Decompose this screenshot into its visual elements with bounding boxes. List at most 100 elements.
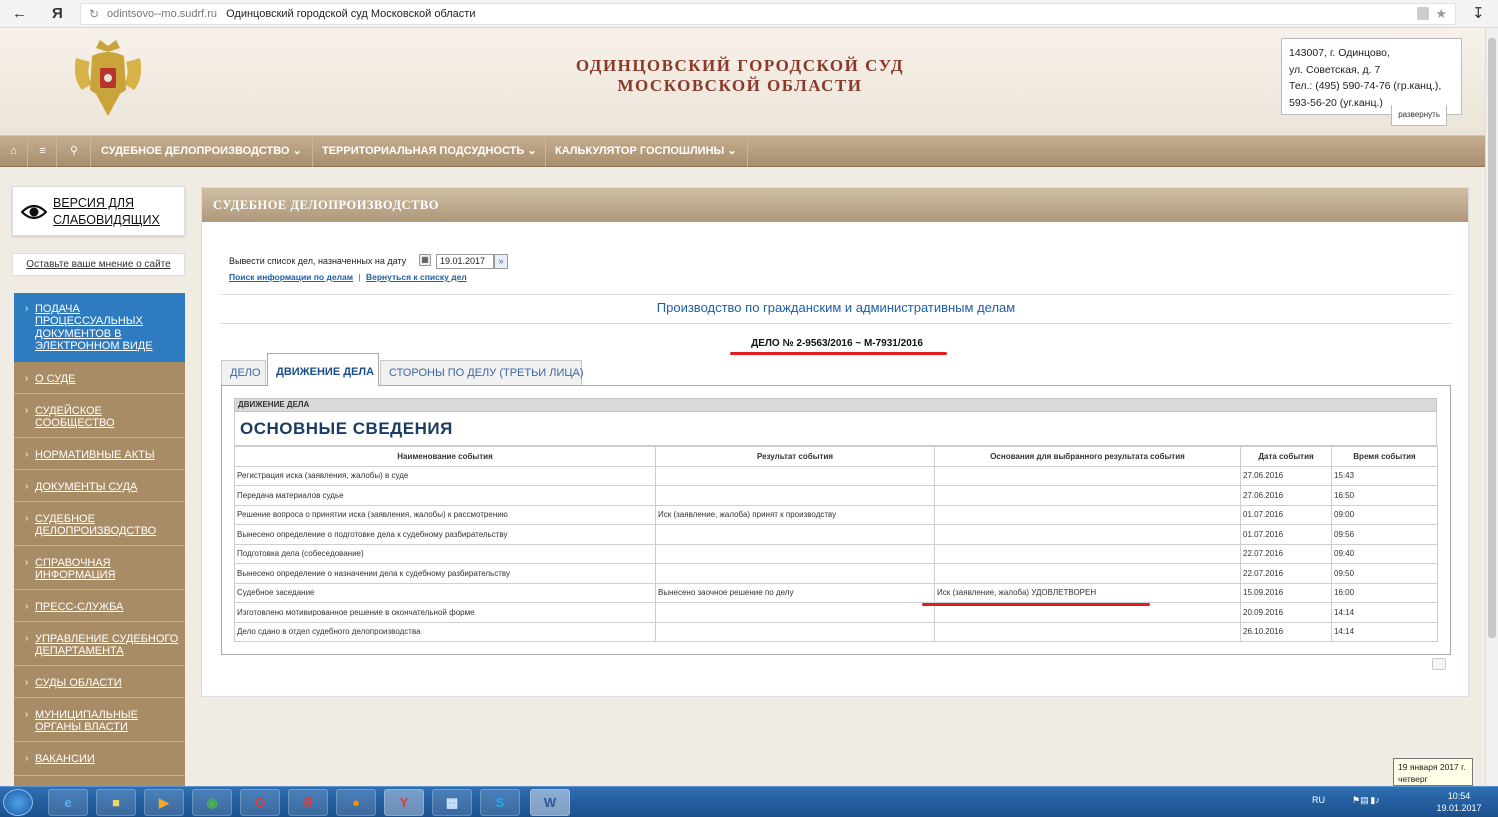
page-scrollbar[interactable]	[1485, 28, 1498, 786]
chevron-right-icon: ›	[25, 373, 29, 384]
address-line: ул. Советская, д. 7	[1289, 63, 1381, 76]
sidebar-item-court-proceedings[interactable]: › СУДЕБНОЕ ДЕЛОПРОИЗВОДСТВО	[14, 502, 185, 546]
table-cell: Подготовка дела (собеседование)	[234, 543, 656, 564]
table-cell: 01.07.2016	[1240, 504, 1332, 525]
table-cell	[934, 621, 1241, 642]
opera-icon[interactable]: O	[240, 789, 280, 816]
table-cell: 22.07.2016	[1240, 543, 1332, 564]
scrollbar-thumb[interactable]	[1488, 38, 1496, 638]
download-icon[interactable]: ↧	[1472, 4, 1485, 24]
search-icon[interactable]: ⚲	[58, 136, 91, 167]
back-to-list-link[interactable]: Вернуться к списку дел	[366, 272, 467, 282]
address-card: 143007, г. Одинцово, ул. Советская, д. 7…	[1281, 38, 1462, 126]
media-player-icon[interactable]: ▶	[144, 789, 184, 816]
feedback-link[interactable]: Оставьте ваше мнение о сайте	[12, 253, 185, 276]
submit-date-button[interactable]: »	[494, 254, 508, 269]
table-row: Передача материалов судье 27.06.2016 16:50	[234, 485, 1438, 506]
expand-address-button[interactable]: развернуть	[1391, 104, 1447, 126]
address-line: Тел.: (495) 590-74-76 (гр.канц.),	[1289, 80, 1442, 92]
start-button[interactable]	[3, 789, 33, 816]
main-content: СУДЕБНОЕ ДЕЛОПРОИЗВОДСТВО Вывести список…	[201, 187, 1469, 697]
sidebar-item-court-documents[interactable]: › ДОКУМЕНТЫ СУДА	[14, 470, 185, 502]
table-row: Вынесено определение о назначении дела к…	[234, 563, 1438, 584]
sidebar-item-label: О СУДЕ	[35, 373, 76, 385]
calendar-icon[interactable]: ▦	[419, 254, 431, 266]
ie-icon[interactable]: e	[48, 789, 88, 816]
skype-icon[interactable]: S	[480, 789, 520, 816]
home-icon[interactable]: ⌂	[0, 136, 28, 167]
table-cell: 01.07.2016	[1240, 524, 1332, 545]
table-cell	[655, 485, 935, 506]
table-cell: 16:00	[1331, 582, 1438, 603]
table-cell	[934, 543, 1241, 564]
yandex-browser-icon[interactable]: Y	[384, 789, 424, 816]
table-row: Вынесено определение о подготовке дела к…	[234, 524, 1438, 545]
chevron-right-icon: ›	[25, 405, 29, 416]
table-cell: Иск (заявление, жалоба) УДОВЛЕТВОРЕН	[934, 582, 1241, 603]
lock-icon[interactable]	[1417, 7, 1429, 20]
tab-case[interactable]: ДЕЛО	[221, 360, 266, 385]
chrome-icon[interactable]: ◉	[192, 789, 232, 816]
table-row: Регистрация иска (заявления, жалобы) в с…	[234, 465, 1438, 486]
sitemap-icon[interactable]: ≡	[29, 136, 57, 167]
sidebar-item-regional-courts[interactable]: › СУДЫ ОБЛАСТИ	[14, 666, 185, 698]
search-cases-link[interactable]: Поиск информации по делам	[229, 272, 353, 282]
yandex-logo-icon[interactable]: Я	[52, 4, 63, 24]
language-indicator[interactable]: RU	[1312, 795, 1325, 805]
print-icon[interactable]	[1432, 658, 1446, 670]
table-cell: Дело сдано в отдел судебного делопроизво…	[234, 621, 656, 642]
sidebar-item-about-court[interactable]: › О СУДЕ	[14, 362, 185, 394]
nav-item-court-proceedings[interactable]: СУДЕБНОЕ ДЕЛОПРОИЗВОДСТВО ⌄	[92, 136, 313, 167]
chevron-down-icon: ⌄	[727, 145, 737, 157]
yandex-icon[interactable]: Я	[288, 789, 328, 816]
sidebar-item-vacancies[interactable]: › ВАКАНСИИ	[14, 742, 185, 776]
folder-icon[interactable]: ■	[96, 789, 136, 816]
sidebar-item-judicial-community[interactable]: › СУДЕЙСКОЕ СООБЩЕСТВО	[14, 394, 185, 438]
sidebar-item-judicial-department[interactable]: › УПРАВЛЕНИЕ СУДЕБНОГО ДЕПАРТАМЕНТА	[14, 622, 185, 666]
address-bar[interactable]: ↻ odintsovo--mo.sudrf.ru Одинцовский гор…	[80, 3, 1456, 25]
eye-icon	[21, 204, 47, 220]
network-icon[interactable]: ▩	[432, 789, 472, 816]
word-icon[interactable]: W	[530, 789, 570, 816]
date-input[interactable]: 19.01.2017	[436, 254, 494, 269]
section-title: СУДЕБНОЕ ДЕЛОПРОИЗВОДСТВО	[202, 188, 1468, 222]
back-arrow-icon[interactable]: ←	[12, 4, 27, 24]
action-links: Поиск информации по делам | Вернуться к …	[229, 272, 467, 282]
clock-time: 10:54	[1447, 791, 1471, 801]
sidebar-item-label: НОРМАТИВНЫЕ АКТЫ	[35, 449, 155, 461]
table-cell	[655, 602, 935, 623]
sidebar-item-reference-info[interactable]: › СПРАВОЧНАЯ ИНФОРМАЦИЯ	[14, 546, 185, 590]
nav-item-territorial-jurisdiction[interactable]: ТЕРРИТОРИАЛЬНАЯ ПОДСУДНОСТЬ ⌄	[313, 136, 546, 167]
sidebar-item-press-service[interactable]: › ПРЕСС-СЛУЖБА	[14, 590, 185, 622]
tab-case-parties[interactable]: СТОРОНЫ ПО ДЕЛУ (ТРЕТЬИ ЛИЦА)	[380, 360, 584, 385]
annotation-underline	[730, 352, 947, 355]
sidebar-item-electronic-filing[interactable]: › ПОДАЧА ПРОЦЕССУАЛЬНЫХ ДОКУМЕНТОВ В ЭЛЕ…	[14, 293, 185, 362]
accessibility-version-button[interactable]: ВЕРСИЯ ДЛЯ СЛАБОВИДЯЩИХ	[12, 186, 185, 236]
table-row: Изготовлено мотивированное решение в око…	[234, 602, 1438, 623]
chevron-right-icon: ›	[25, 303, 29, 314]
tab-case-movement[interactable]: ДВИЖЕНИЕ ДЕЛА	[267, 353, 379, 386]
table-cell	[655, 621, 935, 642]
sidebar-item-municipal-authorities[interactable]: › МУНИЦИПАЛЬНЫЕ ОРГАНЫ ВЛАСТИ	[14, 698, 185, 742]
table-cell: 20.09.2016	[1240, 602, 1332, 623]
table-cell	[655, 524, 935, 545]
chevron-right-icon: ›	[25, 513, 29, 524]
nav-item-fee-calculator[interactable]: КАЛЬКУЛЯТОР ГОСПОШЛИНЫ ⌄	[546, 136, 748, 167]
basic-info-heading: ОСНОВНЫЕ СВЕДЕНИЯ	[234, 412, 1437, 446]
sidebar-item-normative-acts[interactable]: › НОРМАТИВНЫЕ АКТЫ	[14, 438, 185, 470]
column-header: Время события	[1331, 446, 1438, 467]
firefox-icon[interactable]: ●	[336, 789, 376, 816]
table-cell: 09:56	[1331, 524, 1438, 545]
events-table: Наименование события Результат события О…	[234, 446, 1438, 642]
tray-icons[interactable]: ⚑▤ ▮♪	[1352, 795, 1380, 806]
sidebar-item-label: УПРАВЛЕНИЕ СУДЕБНОГО	[35, 633, 179, 645]
star-icon[interactable]: ★	[1435, 4, 1447, 24]
date-prompt: Вывести список дел, назначенных на дату	[229, 256, 407, 266]
reload-icon[interactable]: ↻	[89, 4, 99, 24]
chevron-right-icon: ›	[25, 753, 29, 764]
sidebar-item-label: ПОДАЧА	[35, 303, 80, 315]
system-clock[interactable]: 10:54 19.01.2017	[1430, 790, 1488, 814]
chevron-right-icon: ›	[25, 677, 29, 688]
table-cell	[934, 485, 1241, 506]
sidebar-item-label: СПРАВОЧНАЯ	[35, 557, 111, 569]
